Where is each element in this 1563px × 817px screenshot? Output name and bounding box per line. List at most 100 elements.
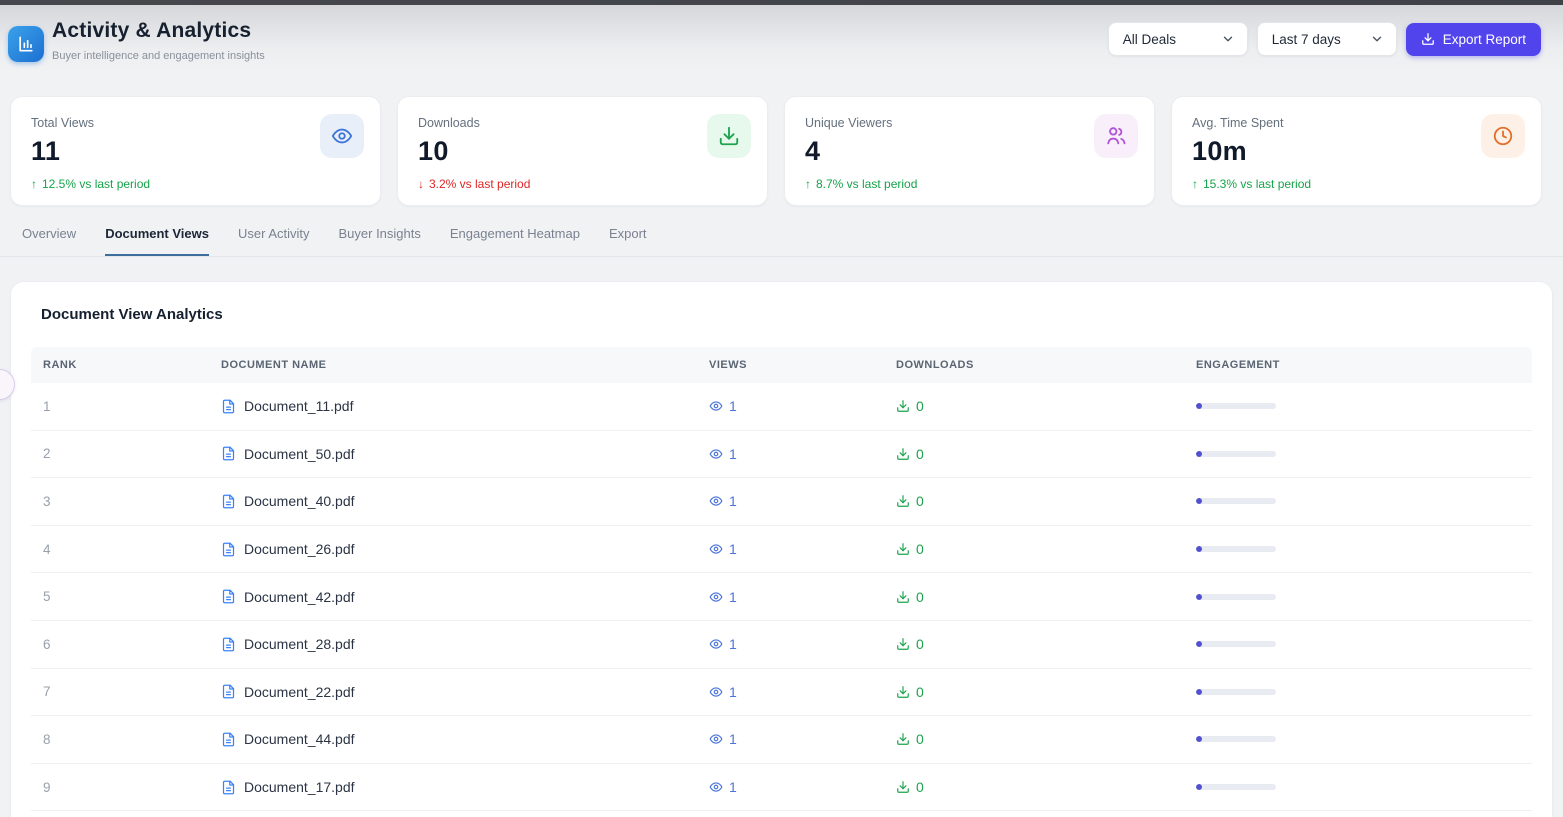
date-range-value: Last 7 days [1271,31,1341,47]
stat-change: ↑ 8.7% vs last period [805,177,918,191]
engagement-cell [1184,403,1532,410]
stat-card-total-views: Total Views 11 ↑ 12.5% vs last period [10,96,381,206]
table-row[interactable]: 7 Document_22.pdf 1 0 [31,669,1532,717]
page-subtitle: Buyer intelligence and engagement insigh… [52,50,265,62]
file-icon [222,684,235,699]
views-cell: 1 [697,636,884,652]
stat-label: Total Views [31,116,94,130]
stat-card-avg-time: Avg. Time Spent 10m ↑ 15.3% vs last peri… [1171,96,1542,206]
views-cell: 1 [697,779,884,795]
column-header-document-name: DOCUMENT NAME [221,359,327,371]
downloads-cell: 0 [884,636,1184,652]
file-icon [222,589,235,604]
document-name-cell[interactable]: Document_40.pdf [209,493,697,509]
document-name-cell[interactable]: Document_11.pdf [209,398,697,414]
export-report-button[interactable]: Export Report [1405,22,1541,56]
downloads-cell: 0 [884,589,1184,605]
download-icon [897,400,909,413]
views-cell: 1 [697,541,884,557]
downloads-cell: 0 [884,779,1184,795]
table-row[interactable]: 8 Document_44.pdf 1 0 [31,716,1532,764]
stat-value: 10m [1192,136,1247,166]
download-icon [707,114,751,158]
file-icon [222,542,235,556]
tab-overview[interactable]: Overview [22,226,76,256]
stat-value: 4 [805,136,821,166]
eye-icon [709,544,723,554]
stat-card-unique-viewers: Unique Viewers 4 ↑ 8.7% vs last period [784,96,1155,206]
document-name-cell[interactable]: Document_26.pdf [209,541,697,557]
table-row[interactable]: 6 Document_28.pdf 1 0 [31,621,1532,669]
engagement-cell [1184,498,1532,505]
rank-cell: 3 [43,493,51,509]
downloads-cell: 0 [884,684,1184,700]
downloads-cell: 0 [884,398,1184,414]
table-header-row: RANK DOCUMENT NAME VIEWS DOWNLOADS ENGAG… [31,347,1532,383]
date-range-select[interactable]: Last 7 days [1256,22,1397,56]
arrow-up-icon: ↑ [1192,177,1198,191]
engagement-cell [1184,688,1532,695]
download-icon [897,543,909,555]
engagement-bar [1196,593,1276,600]
rank-cell: 6 [43,636,51,652]
table-row[interactable]: 2 Document_50.pdf 1 0 [31,431,1532,479]
page-title: Activity & Analytics [52,19,252,42]
download-icon [897,781,909,793]
file-icon [222,494,235,509]
document-name-cell[interactable]: Document_42.pdf [209,589,697,605]
table-row[interactable]: 5 Document_42.pdf 1 0 [31,573,1532,621]
eye-icon [709,782,723,792]
table-row[interactable]: 4 Document_26.pdf 1 0 [31,526,1532,574]
column-header-downloads: DOWNLOADS [896,359,974,371]
tab-user-activity[interactable]: User Activity [238,226,310,256]
document-name-cell[interactable]: Document_44.pdf [209,731,697,747]
document-name-cell[interactable]: Document_50.pdf [209,446,697,462]
views-cell: 1 [697,731,884,747]
rank-cell: 7 [43,684,51,700]
views-cell: 1 [697,684,884,700]
eye-icon [709,687,723,697]
download-icon [897,590,909,603]
tab-document-views[interactable]: Document Views [105,226,209,256]
column-header-views: VIEWS [709,359,747,371]
engagement-cell [1184,593,1532,600]
download-icon [1421,33,1434,45]
arrow-down-icon: ↓ [418,177,424,191]
chevron-down-icon [1223,36,1232,42]
eye-icon [709,734,723,745]
engagement-bar [1196,403,1276,410]
document-name-cell[interactable]: Document_17.pdf [209,779,697,795]
stat-label: Avg. Time Spent [1192,116,1284,130]
document-name-cell[interactable]: Document_28.pdf [209,636,697,652]
tab-export[interactable]: Export [609,226,647,256]
table-title: Document View Analytics [41,306,223,323]
file-icon [222,399,235,414]
stat-value: 11 [31,136,61,166]
views-cell: 1 [697,446,884,462]
rank-cell: 4 [43,541,51,557]
engagement-bar [1196,546,1276,553]
engagement-cell [1184,736,1532,743]
table-row[interactable]: 3 Document_40.pdf 1 0 [31,478,1532,526]
analytics-logo-icon [8,26,44,62]
analytics-tabs: Overview Document Views User Activity Bu… [0,206,1563,257]
arrow-up-icon: ↑ [805,177,811,191]
table-row[interactable]: 1 Document_11.pdf 1 0 [31,383,1532,431]
document-view-analytics-card: Document View Analytics RANK DOCUMENT NA… [10,281,1553,817]
tab-buyer-insights[interactable]: Buyer Insights [339,226,421,256]
stat-change: ↑ 15.3% vs last period [1192,177,1312,191]
tab-engagement-heatmap[interactable]: Engagement Heatmap [450,226,580,256]
clock-icon [1481,114,1525,158]
stat-cards-row: Total Views 11 ↑ 12.5% vs last period Do… [10,96,1542,206]
download-icon [897,495,909,508]
download-icon [897,448,909,460]
column-header-rank: RANK [43,359,77,371]
download-icon [897,686,909,698]
stat-value: 10 [418,136,449,166]
engagement-cell [1184,450,1532,457]
file-icon [222,447,235,461]
engagement-bar [1196,641,1276,648]
table-row[interactable]: 9 Document_17.pdf 1 0 [31,764,1532,812]
document-name-cell[interactable]: Document_22.pdf [209,684,697,700]
deals-filter-select[interactable]: All Deals [1107,22,1248,56]
